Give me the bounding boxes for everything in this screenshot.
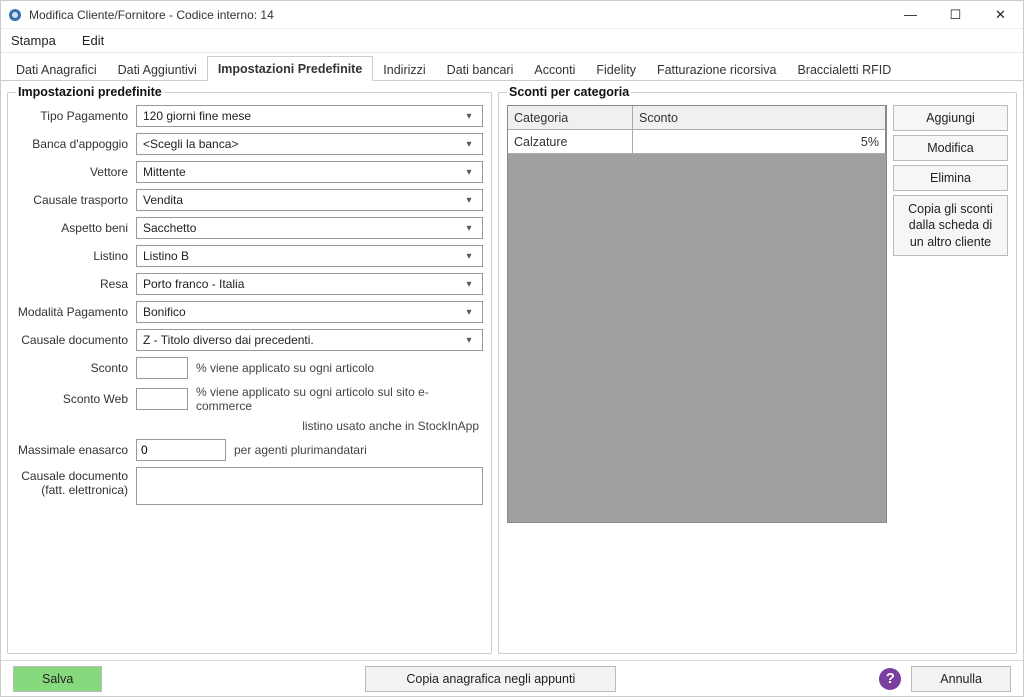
chevron-down-icon: ▾	[460, 279, 478, 290]
groupbox-impostazioni-title: Impostazioni predefinite	[16, 85, 164, 99]
minimize-button[interactable]: —	[888, 1, 933, 29]
label-sconto: Sconto	[16, 361, 136, 375]
app-window: Modifica Cliente/Fornitore - Codice inte…	[0, 0, 1024, 697]
combo-listino[interactable]: Listino B ▾	[136, 245, 483, 267]
chevron-down-icon: ▾	[460, 335, 478, 346]
chevron-down-icon: ▾	[460, 223, 478, 234]
combo-aspetto-beni[interactable]: Sacchetto ▾	[136, 217, 483, 239]
chevron-down-icon: ▾	[460, 195, 478, 206]
tab-braccialetti-rfid[interactable]: Braccialetti RFID	[786, 57, 902, 81]
copia-sconti-button[interactable]: Copia gli sconti dalla scheda di un altr…	[893, 195, 1008, 256]
input-sconto[interactable]	[136, 357, 188, 379]
label-modalita-pagamento: Modalità Pagamento	[16, 305, 136, 319]
menu-edit[interactable]: Edit	[78, 31, 108, 50]
label-causale-documento: Causale documento	[16, 333, 136, 347]
label-tipo-pagamento: Tipo Pagamento	[16, 109, 136, 123]
tab-fatturazione-ricorsiva[interactable]: Fatturazione ricorsiva	[646, 57, 788, 81]
label-causale-trasporto: Causale trasporto	[16, 193, 136, 207]
tab-fidelity[interactable]: Fidelity	[585, 57, 647, 81]
combo-vettore[interactable]: Mittente ▾	[136, 161, 483, 183]
label-massimale-enasarco: Massimale enasarco	[16, 443, 136, 457]
tab-impostazioni-predefinite[interactable]: Impostazioni Predefinite	[207, 56, 373, 81]
footer: Salva Copia anagrafica negli appunti ? A…	[1, 660, 1023, 696]
label-causale-doc-fe: Causale documento (fatt. elettronica)	[16, 467, 136, 497]
label-sconto-web: Sconto Web	[16, 392, 136, 406]
help-icon[interactable]: ?	[879, 668, 901, 690]
cell-categoria: Calzature	[508, 130, 633, 154]
combo-causale-trasporto[interactable]: Vendita ▾	[136, 189, 483, 211]
chevron-down-icon: ▾	[460, 167, 478, 178]
label-aspetto-beni: Aspetto beni	[16, 221, 136, 235]
salva-button[interactable]: Salva	[13, 666, 102, 692]
chevron-down-icon: ▾	[460, 251, 478, 262]
hint-sconto: % viene applicato su ogni articolo	[196, 361, 374, 375]
tab-content: Impostazioni predefinite Tipo Pagamento …	[1, 81, 1023, 660]
elimina-button[interactable]: Elimina	[893, 165, 1008, 191]
combo-causale-documento[interactable]: Z - Titolo diverso dai precedenti. ▾	[136, 329, 483, 351]
textarea-causale-doc-fe[interactable]	[136, 467, 483, 505]
groupbox-sconti-title: Sconti per categoria	[507, 85, 631, 99]
copia-appunti-button[interactable]: Copia anagrafica negli appunti	[365, 666, 616, 692]
table-row[interactable]: Calzature 5%	[508, 130, 886, 154]
app-icon	[7, 7, 23, 23]
close-button[interactable]: ✕	[978, 1, 1023, 29]
window-title: Modifica Cliente/Fornitore - Codice inte…	[29, 8, 274, 22]
hint-stockinapp: listino usato anche in StockInApp	[136, 419, 483, 433]
col-header-sconto[interactable]: Sconto	[633, 106, 886, 130]
label-resa: Resa	[16, 277, 136, 291]
label-vettore: Vettore	[16, 165, 136, 179]
input-massimale[interactable]	[136, 439, 226, 461]
hint-massimale: per agenti plurimandatari	[234, 443, 367, 457]
tab-dati-aggiuntivi[interactable]: Dati Aggiuntivi	[107, 57, 208, 81]
cell-sconto: 5%	[633, 130, 886, 154]
chevron-down-icon: ▾	[460, 307, 478, 318]
groupbox-impostazioni: Impostazioni predefinite Tipo Pagamento …	[7, 85, 492, 654]
combo-resa[interactable]: Porto franco - Italia ▾	[136, 273, 483, 295]
label-banca-appoggio: Banca d'appoggio	[16, 137, 136, 151]
groupbox-sconti: Sconti per categoria Categoria Sconto Ca…	[498, 85, 1017, 654]
combo-tipo-pagamento[interactable]: 120 giorni fine mese ▾	[136, 105, 483, 127]
menu-stampa[interactable]: Stampa	[7, 31, 60, 50]
tab-dati-anagrafici[interactable]: Dati Anagrafici	[5, 57, 108, 81]
sconti-grid[interactable]: Categoria Sconto Calzature 5%	[507, 105, 887, 523]
label-listino: Listino	[16, 249, 136, 263]
combo-banca-appoggio[interactable]: <Scegli la banca> ▾	[136, 133, 483, 155]
chevron-down-icon: ▾	[460, 111, 478, 122]
titlebar: Modifica Cliente/Fornitore - Codice inte…	[1, 1, 1023, 29]
aggiungi-button[interactable]: Aggiungi	[893, 105, 1008, 131]
maximize-button[interactable]: ☐	[933, 1, 978, 29]
tab-dati-bancari[interactable]: Dati bancari	[436, 57, 525, 81]
modifica-button[interactable]: Modifica	[893, 135, 1008, 161]
tab-acconti[interactable]: Acconti	[523, 57, 586, 81]
tab-indirizzi[interactable]: Indirizzi	[372, 57, 436, 81]
hint-sconto-web: % viene applicato su ogni articolo sul s…	[196, 385, 483, 413]
combo-modalita-pagamento[interactable]: Bonifico ▾	[136, 301, 483, 323]
menubar: Stampa Edit	[1, 29, 1023, 53]
chevron-down-icon: ▾	[460, 139, 478, 150]
annulla-button[interactable]: Annulla	[911, 666, 1011, 692]
input-sconto-web[interactable]	[136, 388, 188, 410]
tab-strip: Dati Anagrafici Dati Aggiuntivi Impostaz…	[1, 53, 1023, 81]
col-header-categoria[interactable]: Categoria	[508, 106, 633, 130]
